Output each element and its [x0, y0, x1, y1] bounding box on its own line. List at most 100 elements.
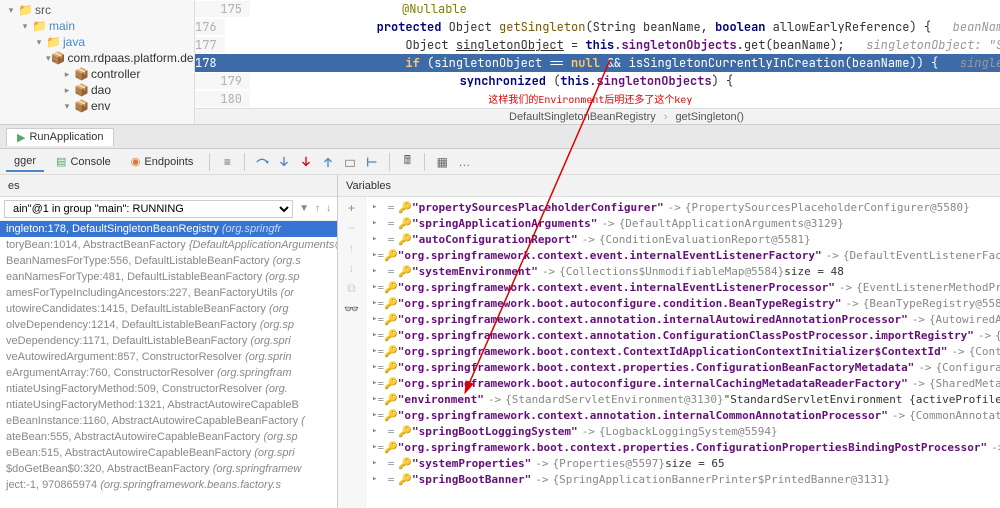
frames-list[interactable]: ingleton:178, DefaultSingletonBeanRegist…	[0, 221, 337, 508]
stack-frame[interactable]: ingleton:178, DefaultSingletonBeanRegist…	[0, 221, 337, 237]
line-number[interactable]: 🐞177	[195, 37, 225, 53]
variable-row[interactable]: ▸=🔑"systemProperties"->{Properties@5597}…	[366, 455, 1000, 471]
copy-watch-icon[interactable]: ⧉	[347, 281, 356, 296]
variable-row[interactable]: ▸=🔑"springBootBanner"->{SpringApplicatio…	[366, 471, 1000, 487]
code-line[interactable]: 176 protected Object getSingleton(String…	[195, 18, 1000, 36]
expand-icon[interactable]: ▸	[372, 218, 384, 228]
tree-item[interactable]: ▾📁java	[0, 34, 194, 50]
stack-frame[interactable]: amesForTypeIncludingAncestors:227, BeanF…	[0, 285, 337, 301]
stack-frame[interactable]: veAutowiredArgument:857, ConstructorReso…	[0, 349, 337, 365]
variable-row[interactable]: ▸=🔑"org.springframework.context.annotati…	[366, 407, 1000, 423]
expand-icon[interactable]: ▸	[372, 458, 384, 468]
stack-frame[interactable]: BeanNamesForType:556, DefaultListableBea…	[0, 253, 337, 269]
tree-item[interactable]: ▾📁main	[0, 18, 194, 34]
stack-frame[interactable]: toryBean:1014, AbstractBeanFactory {Defa…	[0, 237, 337, 253]
evaluate-icon[interactable]: 🖩	[398, 153, 416, 171]
remove-watch-icon[interactable]: −	[348, 221, 355, 235]
variable-row[interactable]: ▸=🔑"org.springframework.boot.autoconfigu…	[366, 375, 1000, 391]
tree-item[interactable]: ▾📁src	[0, 2, 194, 18]
project-tree[interactable]: ▾📁src▾📁main▾📁java▾📦com.rdpaas.platform.d…	[0, 0, 195, 124]
variable-row[interactable]: ▸=🔑"org.springframework.boot.context.pro…	[366, 359, 1000, 375]
grid-icon[interactable]: ▦	[433, 153, 451, 171]
glasses-icon[interactable]: 👓	[344, 302, 359, 316]
debugger-tab[interactable]: gger	[6, 152, 44, 172]
settings-icon[interactable]: ≡	[218, 153, 236, 171]
variable-row[interactable]: ▸=🔑"autoConfigurationReport"->{Condition…	[366, 231, 1000, 247]
code-line[interactable]: 179 synchronized (this.singletonObjects)…	[195, 72, 1000, 90]
breadcrumb-method[interactable]: getSingleton()	[671, 111, 748, 123]
drop-frame-icon[interactable]	[341, 153, 359, 171]
tree-arrow-icon[interactable]: ▸	[60, 85, 74, 96]
thread-selector[interactable]: ain"@1 in group "main": RUNNING	[4, 200, 293, 218]
console-tab[interactable]: ▤Console	[48, 152, 119, 171]
stack-frame[interactable]: eArgumentArray:760, ConstructorResolver …	[0, 365, 337, 381]
expand-icon[interactable]: ▸	[372, 266, 384, 276]
variable-row[interactable]: ▸=🔑"org.springframework.context.event.in…	[366, 279, 1000, 295]
variable-row[interactable]: ▸=🔑"org.springframework.boot.context.Con…	[366, 343, 1000, 359]
variable-row[interactable]: ▸=🔑"propertySourcesPlaceholderConfigurer…	[366, 199, 1000, 215]
stack-frame[interactable]: utowireCandidates:1415, DefaultListableB…	[0, 301, 337, 317]
line-number[interactable]: 180	[195, 91, 250, 107]
variable-row[interactable]: ▸=🔑"org.springframework.boot.autoconfigu…	[366, 295, 1000, 311]
run-tool-window-tabs[interactable]: ▶ RunApplication	[0, 125, 1000, 149]
watch-up-icon[interactable]: ↑	[349, 241, 355, 255]
breadcrumb[interactable]: DefaultSingletonBeanRegistry › getSingle…	[195, 108, 1000, 124]
code-line[interactable]: 🐞177 Object singletonObject = this.singl…	[195, 36, 1000, 54]
tree-arrow-icon[interactable]: ▾	[32, 37, 46, 48]
tree-item[interactable]: ▾📦env	[0, 98, 194, 114]
stack-frame[interactable]: $doGetBean$0:320, AbstractBeanFactory (o…	[0, 461, 337, 477]
line-number[interactable]: 176	[195, 19, 225, 35]
stack-frame[interactable]: eanNamesForType:481, DefaultListableBean…	[0, 269, 337, 285]
stack-frame[interactable]: ateBean:555, AbstractAutowireCapableBean…	[0, 429, 337, 445]
variable-row[interactable]: ▸=🔑"org.springframework.context.annotati…	[366, 327, 1000, 343]
endpoints-icon: ◉	[131, 155, 141, 168]
expand-icon[interactable]: ▸	[372, 426, 384, 436]
breadcrumb-class[interactable]: DefaultSingletonBeanRegistry	[505, 111, 660, 123]
expand-icon[interactable]: ▸	[372, 234, 384, 244]
force-step-into-icon[interactable]	[297, 153, 315, 171]
step-over-icon[interactable]	[253, 153, 271, 171]
endpoints-tab[interactable]: ◉Endpoints	[123, 152, 202, 171]
tree-arrow-icon[interactable]: ▾	[4, 5, 18, 16]
code-editor[interactable]: 175 @Nullable176 protected Object getSin…	[195, 0, 1000, 124]
prev-frame-icon[interactable]: ↑	[313, 203, 322, 214]
variables-list[interactable]: ▸=🔑"propertySourcesPlaceholderConfigurer…	[366, 197, 1000, 508]
add-watch-icon[interactable]: +	[348, 201, 355, 215]
line-number[interactable]: 175	[195, 1, 250, 17]
code-line[interactable]: ●178 if (singletonObject == null && isSi…	[195, 54, 1000, 72]
line-number[interactable]: ●178	[195, 55, 225, 71]
line-number[interactable]: 179	[195, 73, 250, 89]
variable-row[interactable]: ▸=🔑"environment"->{StandardServletEnviro…	[366, 391, 1000, 407]
stack-frame[interactable]: eBean:515, AbstractAutowireCapableBeanFa…	[0, 445, 337, 461]
step-out-icon[interactable]	[319, 153, 337, 171]
code-line[interactable]: 175 @Nullable	[195, 0, 1000, 18]
watch-down-icon[interactable]: ↓	[349, 261, 355, 275]
tree-arrow-icon[interactable]: ▸	[60, 69, 74, 80]
stack-frame[interactable]: eBeanInstance:1160, AbstractAutowireCapa…	[0, 413, 337, 429]
tree-item[interactable]: ▾📦com.rdpaas.platform.demo	[0, 50, 194, 66]
step-into-icon[interactable]	[275, 153, 293, 171]
variable-row[interactable]: ▸=🔑"org.springframework.context.event.in…	[366, 247, 1000, 263]
run-config-tab[interactable]: ▶ RunApplication	[6, 128, 114, 146]
variable-row[interactable]: ▸=🔑"systemEnvironment"->{Collections$Unm…	[366, 263, 1000, 279]
tree-item[interactable]: ▸📦dao	[0, 82, 194, 98]
code-line[interactable]: 180 这样我们的Environment后明还多了这个key	[195, 90, 1000, 108]
tree-item[interactable]: ▸📦controller	[0, 66, 194, 82]
variable-row[interactable]: ▸=🔑"springBootLoggingSystem"->{LogbackLo…	[366, 423, 1000, 439]
tree-arrow-icon[interactable]: ▾	[18, 21, 32, 32]
stack-frame[interactable]: veDependency:1171, DefaultListableBeanFa…	[0, 333, 337, 349]
stack-frame[interactable]: ject:-1, 970865974 (org.springframework.…	[0, 477, 337, 493]
tree-arrow-icon[interactable]: ▾	[60, 101, 74, 112]
expand-icon[interactable]: ▸	[372, 202, 384, 212]
expand-icon[interactable]: ▸	[372, 474, 384, 484]
variable-row[interactable]: ▸=🔑"org.springframework.context.annotati…	[366, 311, 1000, 327]
more-icon[interactable]: …	[455, 153, 473, 171]
run-to-cursor-icon[interactable]	[363, 153, 381, 171]
stack-frame[interactable]: olveDependency:1214, DefaultListableBean…	[0, 317, 337, 333]
next-frame-icon[interactable]: ↓	[324, 203, 333, 214]
variable-row[interactable]: ▸=🔑"org.springframework.boot.context.pro…	[366, 439, 1000, 455]
variable-row[interactable]: ▸=🔑"springApplicationArguments"->{Defaul…	[366, 215, 1000, 231]
stack-frame[interactable]: ntiateUsingFactoryMethod:509, Constructo…	[0, 381, 337, 397]
filter-icon[interactable]: ▼	[297, 203, 311, 214]
stack-frame[interactable]: ntiateUsingFactoryMethod:1321, AbstractA…	[0, 397, 337, 413]
